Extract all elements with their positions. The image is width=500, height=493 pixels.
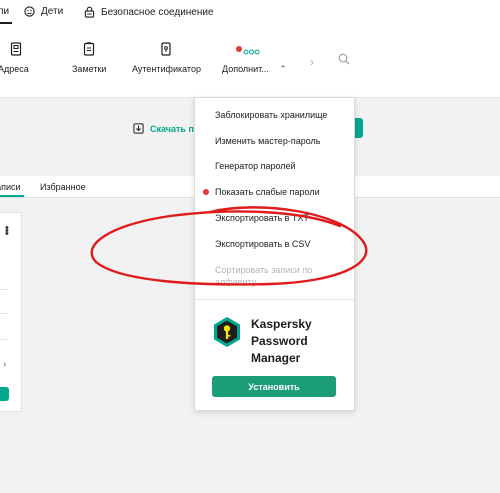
top-tab-secure-connection[interactable]: Безопасное соединение — [84, 6, 214, 18]
tab-active-underline — [0, 195, 24, 197]
top-tab-passwords-fragment[interactable]: Пароли — [0, 6, 12, 20]
promo-title: Kaspersky Password Manager — [251, 316, 351, 367]
top-tab-children[interactable]: Дети — [24, 6, 63, 17]
card-divider — [0, 313, 8, 314]
promo-title-line: Manager — [251, 351, 301, 365]
top-nav: Пароли Дети Безопасное соединение — [0, 0, 500, 26]
tool-addresses[interactable]: Адреса — [0, 42, 29, 74]
menu-item-sort-alphabetically: Сортировать записи по алфавиту — [215, 265, 313, 287]
toolbar: Адреса Заметки Аутентификатор Дополнит..… — [0, 26, 500, 98]
chevron-right-icon[interactable]: › — [310, 55, 314, 69]
note-icon — [84, 42, 95, 56]
more-menu: Заблокировать хранилище Изменить мастер-… — [194, 97, 355, 411]
alert-dot-icon — [203, 189, 209, 195]
chevron-right-icon[interactable]: › — [3, 359, 6, 370]
tool-notes-label: Заметки — [72, 64, 107, 74]
tool-addresses-label: Адреса — [0, 64, 29, 74]
download-link-label: Скачать п — [150, 123, 194, 134]
menu-item-change-master-password[interactable]: Изменить мастер-пароль — [215, 136, 320, 146]
kaspersky-logo-icon — [214, 317, 240, 347]
building-icon — [10, 42, 22, 56]
tab-all-records[interactable]: записи — [0, 182, 20, 192]
top-tab-passwords-label: Пароли — [0, 6, 10, 17]
dots-icon — [236, 46, 260, 55]
tool-authenticator[interactable]: Аутентификатор — [132, 42, 201, 74]
menu-item-export-csv[interactable]: Экспортировать в CSV — [215, 239, 310, 249]
top-tab-active-underline — [0, 22, 12, 24]
tool-more-label: Дополнит... — [222, 64, 269, 74]
top-tab-children-label: Дети — [41, 6, 64, 17]
lock-icon — [84, 6, 95, 18]
tab-all-records-label: записи — [0, 182, 20, 192]
menu-divider — [195, 299, 354, 300]
card-divider — [0, 289, 8, 290]
menu-item-show-weak-passwords[interactable]: Показать слабые пароли — [215, 187, 320, 197]
top-tab-secure-connection-label: Безопасное соединение — [101, 6, 214, 18]
menu-item-export-txt[interactable]: Экспортировать в TXT — [215, 213, 309, 223]
install-button[interactable]: Установить — [212, 376, 336, 397]
menu-item-password-generator[interactable]: Генератор паролей — [215, 161, 296, 171]
record-card: • • • › — [0, 212, 22, 412]
promo-title-line: Kaspersky — [251, 317, 312, 331]
card-action-button[interactable] — [0, 387, 9, 401]
tab-favorites[interactable]: Избранное — [40, 182, 86, 192]
chevron-up-icon: ⌃ — [279, 64, 287, 74]
card-divider — [0, 339, 8, 340]
download-link[interactable]: Скачать п — [133, 123, 194, 134]
kebab-menu-icon[interactable]: • • • — [5, 223, 9, 240]
smile-icon — [24, 6, 35, 17]
tool-authenticator-label: Аутентификатор — [132, 64, 201, 74]
download-icon — [133, 123, 144, 134]
promo-title-line: Password — [251, 334, 308, 348]
phone-key-icon — [161, 42, 172, 56]
tool-notes[interactable]: Заметки — [72, 42, 106, 74]
search-icon[interactable] — [338, 53, 350, 65]
menu-item-lock-vault[interactable]: Заблокировать хранилище — [215, 110, 327, 120]
